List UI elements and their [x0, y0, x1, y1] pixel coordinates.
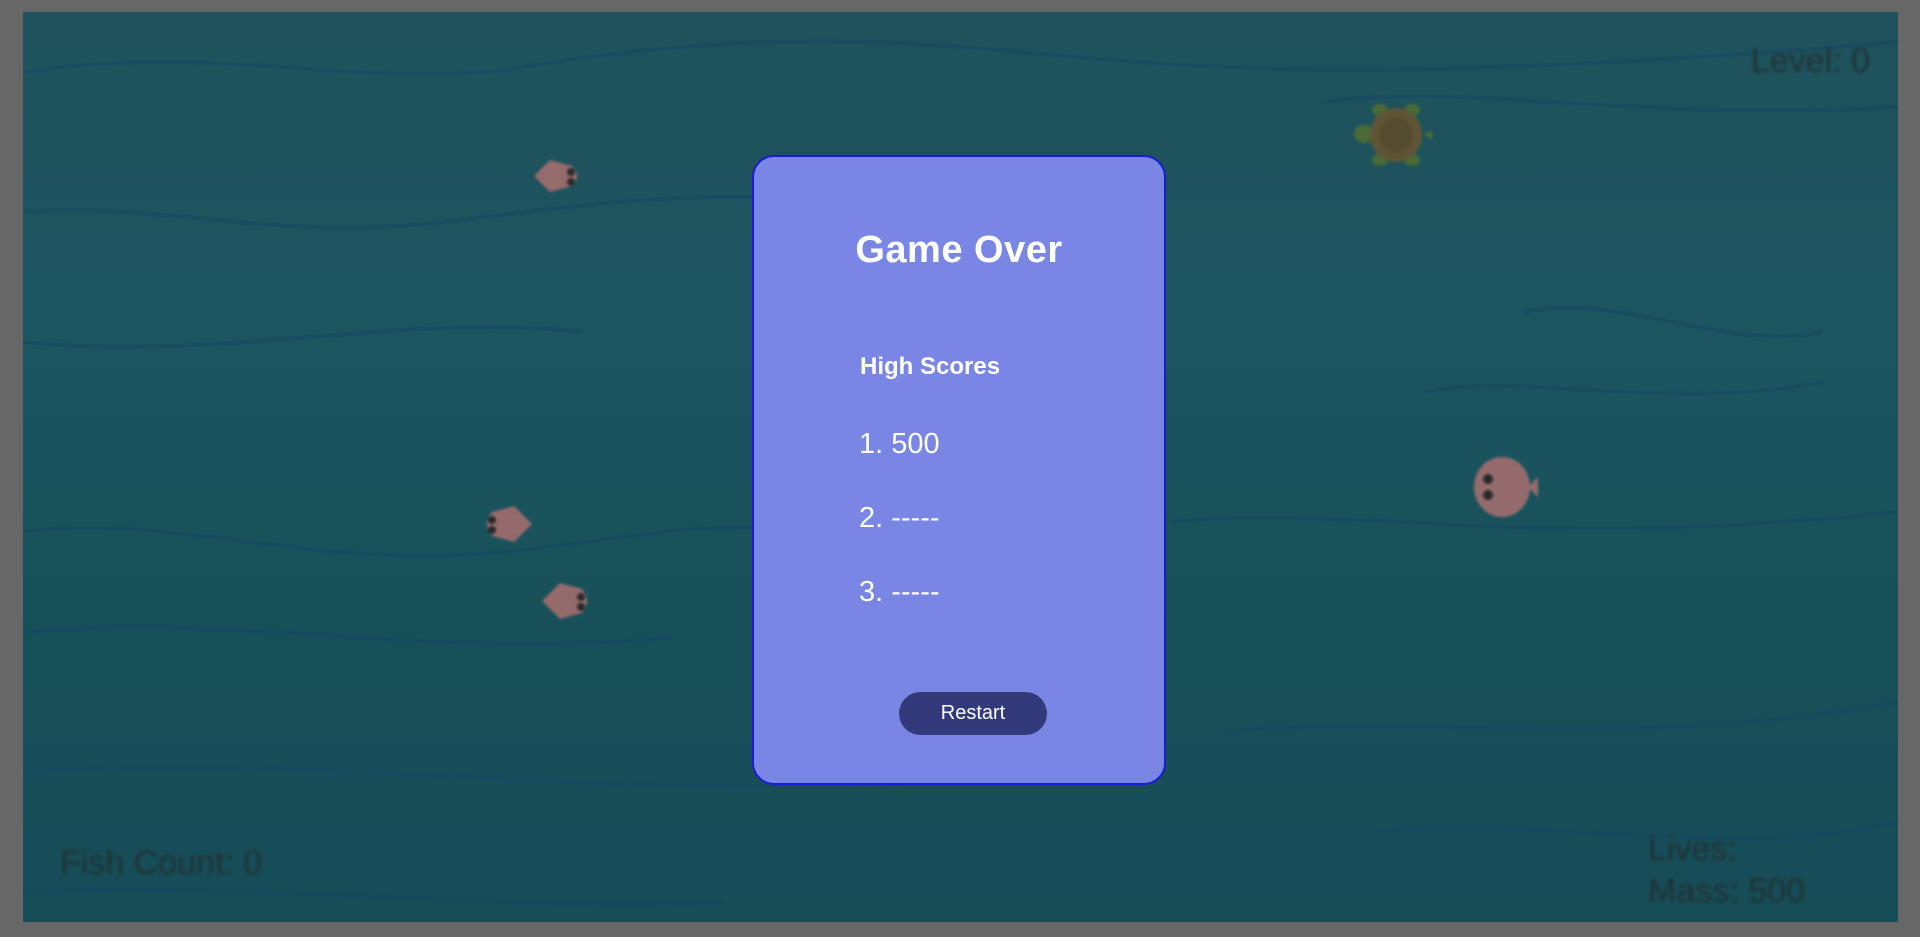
high-scores-heading: High Scores — [860, 353, 1001, 380]
restart-button[interactable]: Restart — [899, 692, 1047, 735]
high-score-entry: 3. ----- — [859, 576, 940, 608]
high-score-entry: 1. 500 — [859, 428, 940, 460]
game-screen: Level: 0 Fish Count: 0 Lives: Mass: 500 … — [0, 0, 1920, 937]
dialog-title: Game Over — [855, 229, 1063, 271]
game-over-dialog: Game Over High Scores 1. 500 2. ----- 3.… — [752, 155, 1166, 785]
high-score-entry: 2. ----- — [859, 502, 940, 534]
